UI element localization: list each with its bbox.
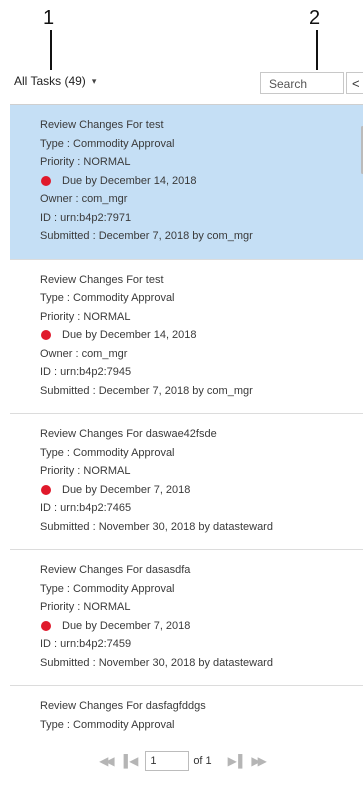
task-filter-dropdown[interactable]: All Tasks (49) ▾ [14, 74, 96, 88]
task-priority: Priority : NORMAL [40, 310, 131, 323]
task-due-row: Due by December 14, 2018 [40, 326, 363, 345]
task-type: Type : Commodity Approval [40, 446, 175, 459]
task-id: ID : urn:b4p2:7971 [40, 211, 132, 224]
overdue-dot-icon [41, 484, 51, 495]
task-priority: Priority : NORMAL [40, 601, 131, 613]
chevron-left-icon: < [352, 75, 360, 91]
task-submitted: Submitted : December 7, 2018 by com_mgr [40, 384, 253, 397]
task-due: Due by December 14, 2018 [62, 329, 197, 341]
task-due: Due by December 14, 2018 [62, 174, 197, 187]
task-title: Review Changes For daswae42fsde [40, 428, 217, 440]
task-due-row: Due by December 7, 2018 [40, 481, 363, 500]
page-number-input[interactable] [145, 751, 190, 771]
chevron-down-icon: ▾ [91, 75, 97, 86]
task-id: ID : urn:b4p2:7465 [40, 502, 132, 514]
task-due-row: Due by December 7, 2018 [40, 617, 363, 636]
task-submitted: Submitted : December 7, 2018 by com_mgr [40, 230, 253, 242]
collapse-panel-button[interactable]: < [346, 72, 363, 94]
task-filter-label: All Tasks (49) [14, 74, 86, 88]
task-type: Type : Commodity Approval [40, 582, 175, 595]
search-input[interactable]: Search [260, 72, 344, 94]
task-title: Review Changes For test [40, 273, 164, 286]
task-card[interactable]: Review Changes For test Type : Commodity… [10, 260, 363, 414]
prev-page-icon[interactable]: ▌◀ [124, 754, 139, 768]
overdue-dot-icon [41, 330, 51, 341]
callout-2-line [316, 30, 318, 70]
pagination: ◀◀ ▌◀ of 1 ▶▐ ▶▶ [0, 741, 363, 781]
task-type: Type : Commodity Approval [40, 137, 175, 150]
task-card[interactable]: Review Changes For test Type : Commodity… [10, 105, 363, 260]
task-id: ID : urn:b4p2:7459 [40, 638, 132, 650]
task-priority: Priority : NORMAL [40, 156, 131, 168]
task-submitted: Submitted : November 30, 2018 by dataste… [40, 520, 273, 533]
task-title: Review Changes For dasasdfa [40, 564, 191, 576]
first-page-icon[interactable]: ◀◀ [99, 754, 115, 768]
task-type: Type : Commodity Approval [40, 718, 175, 731]
task-due: Due by December 7, 2018 [62, 483, 191, 496]
task-card[interactable]: Review Changes For daswae42fsde Type : C… [10, 414, 363, 550]
task-type: Type : Commodity Approval [40, 292, 175, 304]
task-priority: Priority : NORMAL [40, 465, 131, 477]
last-page-icon[interactable]: ▶▶ [251, 754, 267, 768]
next-page-icon[interactable]: ▶▐ [228, 754, 243, 768]
task-title: Review Changes For test [40, 119, 164, 131]
task-card[interactable]: Review Changes For dasfagfddgs Type : Co… [10, 686, 363, 744]
task-owner: Owner : com_mgr [40, 193, 128, 205]
callout-1: 1 [43, 7, 55, 29]
task-submitted: Submitted : November 30, 2018 by dataste… [40, 656, 273, 669]
task-title: Review Changes For dasfagfddgs [40, 700, 206, 712]
task-owner: Owner : com_mgr [40, 347, 128, 360]
overdue-dot-icon [41, 620, 51, 631]
task-id: ID : urn:b4p2:7945 [40, 366, 132, 378]
callout-1-line [50, 30, 52, 70]
task-due-row: Due by December 14, 2018 [40, 172, 363, 191]
task-due: Due by December 7, 2018 [62, 619, 191, 632]
page-count-label: of 1 [193, 755, 212, 767]
task-list: Review Changes For test Type : Commodity… [10, 104, 363, 744]
overdue-dot-icon [41, 175, 51, 186]
callout-2: 2 [309, 7, 321, 29]
task-card[interactable]: Review Changes For dasasdfa Type : Commo… [10, 550, 363, 686]
